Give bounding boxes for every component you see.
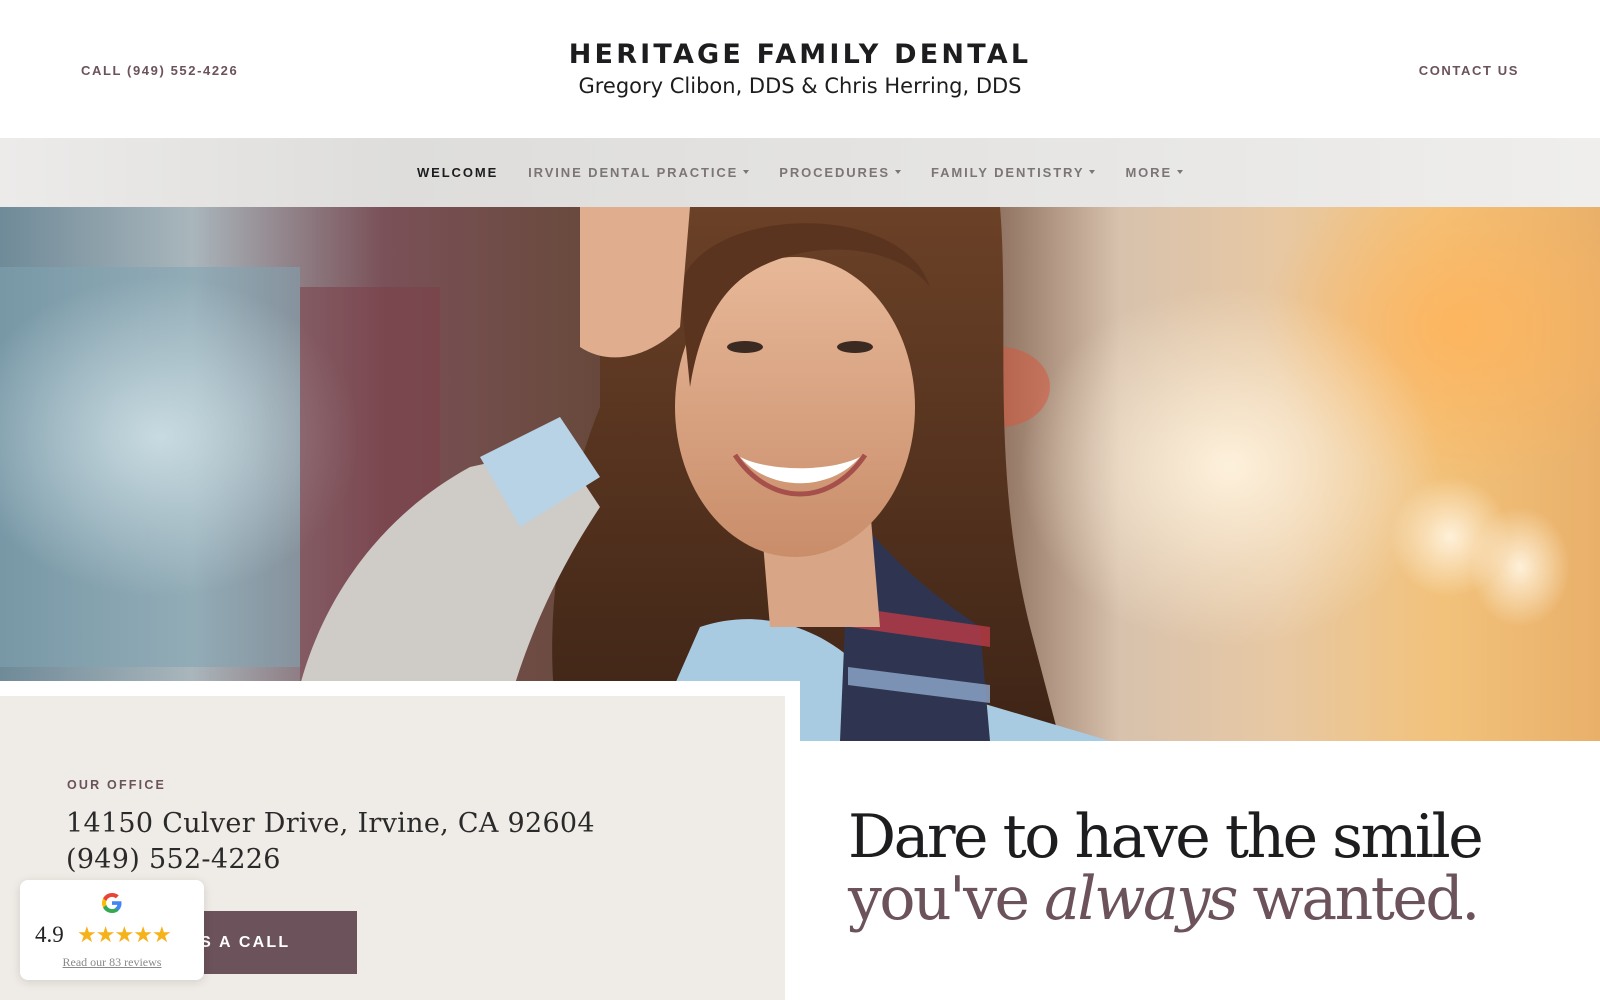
nav-item-label: IRVINE DENTAL PRACTICE — [528, 165, 739, 180]
contact-us-link[interactable]: CONTACT US — [1419, 63, 1519, 78]
tagline-line-2-start: you've — [848, 864, 1045, 934]
tagline-line-2-end: wanted. — [1235, 864, 1480, 934]
caret-down-icon — [1089, 169, 1096, 174]
nav-item-label: PROCEDURES — [779, 165, 890, 180]
tagline-emphasis: always — [1044, 864, 1238, 934]
site-header: CALL (949) 552-4226 HERITAGE FAMILY DENT… — [0, 0, 1600, 138]
google-icon — [101, 892, 123, 920]
caret-down-icon — [743, 169, 750, 174]
nav-item-label: WELCOME — [416, 165, 499, 180]
star-icon: ★ — [133, 922, 153, 947]
nav-item-label: FAMILY DENTISTRY — [931, 165, 1085, 180]
nav-item-family-dentistry[interactable]: FAMILY DENTISTRY — [931, 165, 1096, 180]
star-icon: ★ — [77, 922, 97, 947]
nav-list: WELCOME IRVINE DENTAL PRACTICE PROCEDURE… — [0, 138, 1600, 207]
star-icon: ★ — [95, 922, 116, 947]
nav-item-welcome[interactable]: WELCOME — [417, 165, 498, 180]
tagline-line-2: you've always wanted. — [848, 868, 1481, 930]
nav-item-irvine-dental-practice[interactable]: IRVINE DENTAL PRACTICE — [528, 165, 750, 180]
hero-photo-illustration — [0, 207, 1600, 741]
google-reviews-widget[interactable]: 4.9 ★★★★★ Read our 83 reviews — [20, 880, 204, 980]
review-rating: 4.9 — [35, 922, 64, 947]
star-icon: ★ — [151, 922, 172, 947]
caret-down-icon — [1177, 169, 1184, 174]
hero-image — [0, 207, 1600, 741]
nav-item-label: MORE — [1125, 165, 1173, 180]
hero-tagline: Dare to have the smile you've always wan… — [848, 802, 1484, 930]
office-label: OUR OFFICE — [67, 778, 167, 792]
star-rating-icons: ★★★★★ — [77, 922, 172, 948]
office-phone[interactable]: (949) 552-4226 — [66, 842, 281, 878]
site-subtitle: Gregory Clibon, DDS & Chris Herring, DDS — [578, 74, 1022, 98]
brand[interactable]: HERITAGE FAMILY DENTAL Gregory Clibon, D… — [0, 38, 1600, 100]
site-title: HERITAGE FAMILY DENTAL — [568, 39, 1032, 70]
office-address: 14150 Culver Drive, Irvine, CA 92604 — [66, 808, 595, 839]
star-icon: ★ — [114, 922, 134, 947]
main-nav: WELCOME IRVINE DENTAL PRACTICE PROCEDURE… — [0, 138, 1600, 207]
nav-item-more[interactable]: MORE — [1125, 165, 1184, 180]
caret-down-icon — [895, 169, 901, 174]
tagline-line-1: Dare to have the smile — [848, 802, 1484, 872]
read-reviews-link[interactable]: Read our 83 reviews — [20, 955, 204, 970]
nav-item-procedures[interactable]: PROCEDURES — [779, 165, 901, 180]
